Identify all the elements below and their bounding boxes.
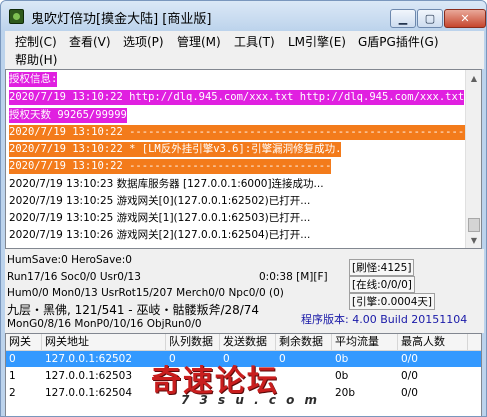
log-line: 2020/7/19 13:10:22 ---------------------…	[9, 125, 471, 140]
col-avg-traffic[interactable]: 平均流量	[332, 334, 398, 351]
menu-help[interactable]: 帮助(H)	[15, 51, 57, 68]
title-bar[interactable]: 鬼吹灯倍功[摸金大陆] [商业版] ▁ ▢ ✕	[1, 1, 486, 31]
cell	[220, 385, 223, 401]
cell: 127.0.0.1:62504	[45, 387, 133, 399]
cell: 0/0	[401, 387, 418, 399]
scroll-down-icon[interactable]: ▼	[466, 232, 481, 248]
menu-manage[interactable]: 管理(M)	[177, 33, 221, 50]
cell	[166, 385, 169, 401]
col-sent[interactable]: 发送数据	[220, 334, 276, 351]
log-line: 2020/7/19 13:10:25 游戏网关[1](127.0.0.1:625…	[9, 212, 311, 224]
close-button[interactable]: ✕	[444, 9, 486, 28]
table-row[interactable]: 2 127.0.0.1:62504 20b 0/0	[6, 385, 481, 401]
menu-control[interactable]: 控制(C)	[15, 33, 57, 50]
save-stats: HumSave:0 HeroSave:0	[7, 254, 132, 266]
map-stats: 九层・黑佛, 121/541 - 巫岐・骷髅叛斧/28/74	[7, 303, 260, 317]
col-address[interactable]: 网关地址	[42, 334, 166, 351]
cell: 0	[279, 353, 286, 365]
engine-days: [引擎:0.0004天]	[349, 293, 435, 310]
online-count: [在线:0/0/0]	[349, 276, 415, 293]
cell	[220, 368, 223, 384]
log-line: 2020/7/19 13:10:26 游戏网关[2](127.0.0.1:625…	[9, 229, 311, 241]
uptime: 0:0:38 [M][F]	[259, 271, 328, 283]
col-max-users[interactable]: 最高人数	[398, 334, 468, 351]
server-window: 鬼吹灯倍功[摸金大陆] [商业版] ▁ ▢ ✕ 控制(C) 查看(V) 选项(P…	[0, 0, 487, 417]
table-row[interactable]: 0 127.0.0.1:62502 0 0 0 0b 0/0	[6, 351, 481, 367]
table-header: 网关 网关地址 队列数据 发送数据 剩余数据 平均流量 最高人数	[6, 334, 481, 351]
minimize-icon: ▁	[398, 12, 408, 25]
cell	[276, 385, 279, 401]
mon-stats: MonG0/8/16 MonP0/10/16 ObjRun0/0	[7, 318, 202, 330]
log-scrollbar[interactable]: ▲ ▼	[465, 70, 481, 248]
log-line: 2020/7/19 13:10:22 ---------------------…	[9, 159, 332, 174]
cell: 2	[9, 387, 16, 399]
menu-tools[interactable]: 工具(T)	[234, 33, 275, 50]
scroll-thumb[interactable]	[468, 218, 480, 232]
log-line: 2020/7/19 13:10:25 游戏网关[0](127.0.0.1:625…	[9, 195, 311, 207]
cell: 0	[9, 353, 16, 365]
program-version: 程序版本: 4.00 Build 20151104	[301, 313, 468, 326]
app-icon	[9, 9, 24, 24]
cell: 0	[223, 353, 230, 365]
cell	[166, 368, 169, 384]
menu-options[interactable]: 选项(P)	[123, 33, 164, 50]
gateway-table: 网关 网关地址 队列数据 发送数据 剩余数据 平均流量 最高人数 0 127.0…	[5, 333, 482, 416]
table-row[interactable]: 1 127.0.0.1:62503 0b 0/0	[6, 368, 481, 384]
window-title: 鬼吹灯倍功[摸金大陆] [商业版]	[31, 12, 212, 27]
menu-gshield-plugin[interactable]: G盾PG插件(G)	[358, 33, 439, 50]
refresh-monster-count: [刷怪:4125]	[349, 259, 415, 276]
run-stats: Run17/16 Soc0/0 Usr0/13	[7, 271, 141, 283]
log-line: 2020/7/19 13:10:22 http://dlq.945.com/xx…	[9, 90, 465, 105]
cell: 0b	[335, 353, 349, 365]
menu-view[interactable]: 查看(V)	[69, 33, 111, 50]
status-panel: HumSave:0 HeroSave:0 Run17/16 Soc0/0 Usr…	[5, 249, 484, 333]
maximize-icon: ▢	[424, 12, 436, 25]
cell: 1	[9, 370, 16, 382]
col-gateway[interactable]: 网关	[6, 334, 42, 351]
hum-stats: Hum0/0 Mon0/13 UsrRot15/207 Merch0/0 Npc…	[7, 287, 284, 299]
cell: 0/0	[401, 353, 418, 365]
cell: 127.0.0.1:62502	[45, 353, 133, 365]
cell	[276, 368, 279, 384]
menu-bar: 控制(C) 查看(V) 选项(P) 管理(M) 工具(T) LM引擎(E) G盾…	[5, 31, 484, 69]
log-panel[interactable]: 授权信息: 2020/7/19 13:10:22 http://dlq.945.…	[5, 69, 482, 249]
log-line: 2020/7/19 13:10:23 数据库服务器 [127.0.0.1:600…	[9, 178, 324, 190]
log-line: 授权天数 99265/99999	[9, 108, 127, 123]
cell: 127.0.0.1:62503	[45, 370, 133, 382]
col-queue[interactable]: 队列数据	[166, 334, 220, 351]
cell: 20b	[335, 387, 356, 399]
minimize-button[interactable]: ▁	[390, 9, 416, 28]
log-line: 2020/7/19 13:10:22 * [LM反外挂引擎v3.6]:引擎漏洞修…	[9, 142, 342, 157]
cell: 0b	[335, 370, 349, 382]
log-line: 授权信息:	[9, 72, 58, 87]
col-remaining[interactable]: 剩余数据	[276, 334, 332, 351]
scroll-up-icon[interactable]: ▲	[466, 70, 481, 86]
cell: 0	[169, 353, 176, 365]
maximize-button[interactable]: ▢	[417, 9, 443, 28]
close-icon: ✕	[460, 12, 470, 25]
menu-lm-engine[interactable]: LM引擎(E)	[288, 33, 346, 50]
cell: 0/0	[401, 370, 418, 382]
